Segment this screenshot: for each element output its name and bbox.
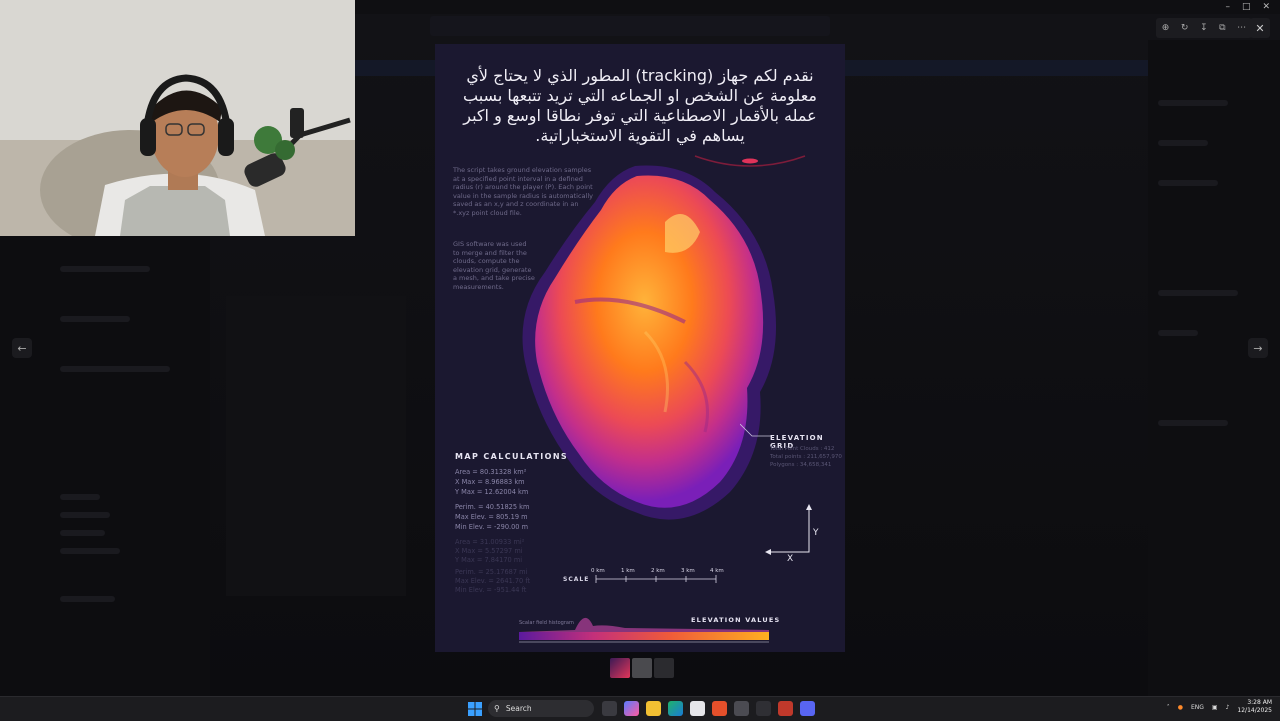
webcam-person-illustration [0, 0, 355, 236]
sidebar-placeholder [60, 316, 130, 322]
callout-line [740, 423, 772, 437]
sidebar-placeholder [60, 512, 110, 518]
sidebar-placeholder [60, 530, 105, 536]
elevation-grid-line: Total Point Clouds : 412 [770, 446, 835, 452]
x-axis-label: X [787, 554, 794, 564]
microphone-icon[interactable]: ● [1178, 704, 1183, 711]
thumbnail-strip [610, 658, 674, 678]
elevation-grid-line: Polygons : 34,658,341 [770, 462, 832, 468]
webcam-overlay [0, 0, 355, 236]
poster-title-line: معلومة عن الشخص او الجماعه التي تريد تتب… [463, 86, 817, 105]
calc-line: Area = 80.31328 km² [455, 468, 527, 476]
sidebar-placeholder [60, 266, 150, 272]
search-icon: ⚲ [494, 704, 500, 713]
calc-line: Perim. = 25.17687 mi [455, 568, 528, 576]
capcut-icon[interactable] [756, 701, 771, 716]
xbox-icon[interactable] [734, 701, 749, 716]
clock-time: 3:28 AM [1247, 699, 1272, 706]
clock-date: 12/14/2025 [1237, 707, 1272, 714]
copilot-icon[interactable] [624, 701, 639, 716]
search-placeholder: Search [505, 704, 532, 713]
thumbnail[interactable] [632, 658, 652, 678]
calc-line: Min Elev. = -290.00 m [455, 523, 529, 531]
elevation-grid-line: Total points : 211,657,970 [770, 454, 842, 460]
store-icon[interactable] [690, 701, 705, 716]
calc-line: X Max = 8.96883 km [455, 478, 525, 486]
open-external-icon[interactable]: ⧉ [1219, 23, 1225, 33]
thumbnail[interactable] [654, 658, 674, 678]
poster-title-line: عمله بالأقمار الاصطناعية التي توفر نطاقا… [463, 106, 817, 125]
poster-title-line: يساهم في التقوية الاستخباراتية. [535, 126, 745, 145]
calc-line: X Max = 5.57297 mi [455, 547, 523, 555]
calc-line: Y Max = 7.84170 mi [455, 556, 523, 564]
calc-line: Max Elev. = 805.19 m [455, 513, 528, 521]
sidebar-placeholder [1158, 140, 1208, 146]
background-top-bar [355, 0, 1280, 14]
sidebar-placeholder [1158, 420, 1228, 426]
language-indicator[interactable]: ENG [1191, 704, 1204, 711]
taskbar: ⚲ Search ˄ ● ENG ▣ ♪ 3:28 AM 12/14/2025 [0, 696, 1280, 721]
chevron-up-icon[interactable]: ˄ [1167, 704, 1170, 711]
background-panel [226, 296, 406, 596]
discord-icon[interactable] [800, 701, 815, 716]
sidebar-placeholder [1158, 100, 1228, 106]
arrow-left-icon: ← [17, 341, 27, 355]
sidebar-placeholder [60, 548, 120, 554]
axis-indicator [765, 504, 812, 555]
file-explorer-icon[interactable] [646, 701, 661, 716]
sidebar-placeholder [1158, 180, 1218, 186]
terrain-heatmap [522, 165, 777, 520]
calc-line: Area = 31.00933 mi² [455, 538, 525, 546]
sidebar-placeholder [60, 494, 100, 500]
arrow-right-icon: → [1253, 341, 1263, 355]
window-controls: – □ ✕ [1225, 2, 1270, 12]
elevation-histogram [519, 617, 769, 643]
sidebar-placeholder [60, 596, 115, 602]
sidebar-placeholder [1158, 290, 1238, 296]
download-icon[interactable]: ↧ [1200, 23, 1208, 33]
windows-start-icon[interactable] [467, 701, 483, 717]
background-right-sidebar [1148, 40, 1280, 696]
map-calculations-title: MAP CALCULATIONS [455, 452, 569, 461]
close-viewer-button[interactable]: ✕ [1250, 18, 1270, 38]
brave-icon[interactable] [712, 701, 727, 716]
window-close-icon[interactable]: ✕ [1262, 2, 1270, 12]
edge-icon[interactable] [668, 701, 683, 716]
clock[interactable]: 3:28 AM 12/14/2025 [1237, 699, 1272, 715]
scale-bar [595, 575, 717, 583]
maximize-icon[interactable]: □ [1242, 2, 1251, 12]
y-axis-label: Y [813, 528, 819, 538]
task-view-icon[interactable] [602, 701, 617, 716]
calc-line: Perim. = 40.51825 km [455, 503, 530, 511]
calc-line: Min Elev. = -951.44 ft [455, 586, 527, 594]
thumbnail-active[interactable] [610, 658, 630, 678]
viewer-toolbar: ⊕ ↻ ↧ ⧉ ⋯ [1156, 18, 1252, 38]
scale-label: SCALE [563, 576, 590, 583]
sidebar-placeholder [1158, 330, 1198, 336]
poster-title: نقدم لكم جهاز (tracking) المطور الذي لا … [435, 66, 845, 146]
background-left-sidebar [0, 236, 210, 696]
taskbar-search[interactable]: ⚲ Search [488, 700, 594, 717]
more-icon[interactable]: ⋯ [1237, 23, 1246, 33]
calc-line: Y Max = 12.62004 km [455, 488, 529, 496]
background-title-bar [430, 16, 830, 36]
poster-image: نقدم لكم جهاز (tracking) المطور الذي لا … [435, 44, 845, 652]
system-tray: ˄ ● ENG ▣ ♪ 3:28 AM 12/14/2025 [1167, 699, 1272, 715]
sidebar-placeholder [60, 366, 170, 372]
obs-icon[interactable] [778, 701, 793, 716]
rotate-icon[interactable]: ↻ [1181, 23, 1189, 33]
previous-image-button[interactable]: ← [12, 338, 32, 358]
volume-icon[interactable]: ♪ [1226, 704, 1230, 711]
minimize-icon[interactable]: – [1225, 2, 1230, 12]
close-icon: ✕ [1255, 21, 1265, 35]
zoom-in-icon[interactable]: ⊕ [1162, 23, 1170, 33]
poster-title-line: نقدم لكم جهاز (tracking) المطور الذي لا … [466, 66, 814, 85]
calc-line: Max Elev. = 2641.70 ft [455, 577, 531, 585]
next-image-button[interactable]: → [1248, 338, 1268, 358]
network-icon[interactable]: ▣ [1212, 704, 1218, 711]
